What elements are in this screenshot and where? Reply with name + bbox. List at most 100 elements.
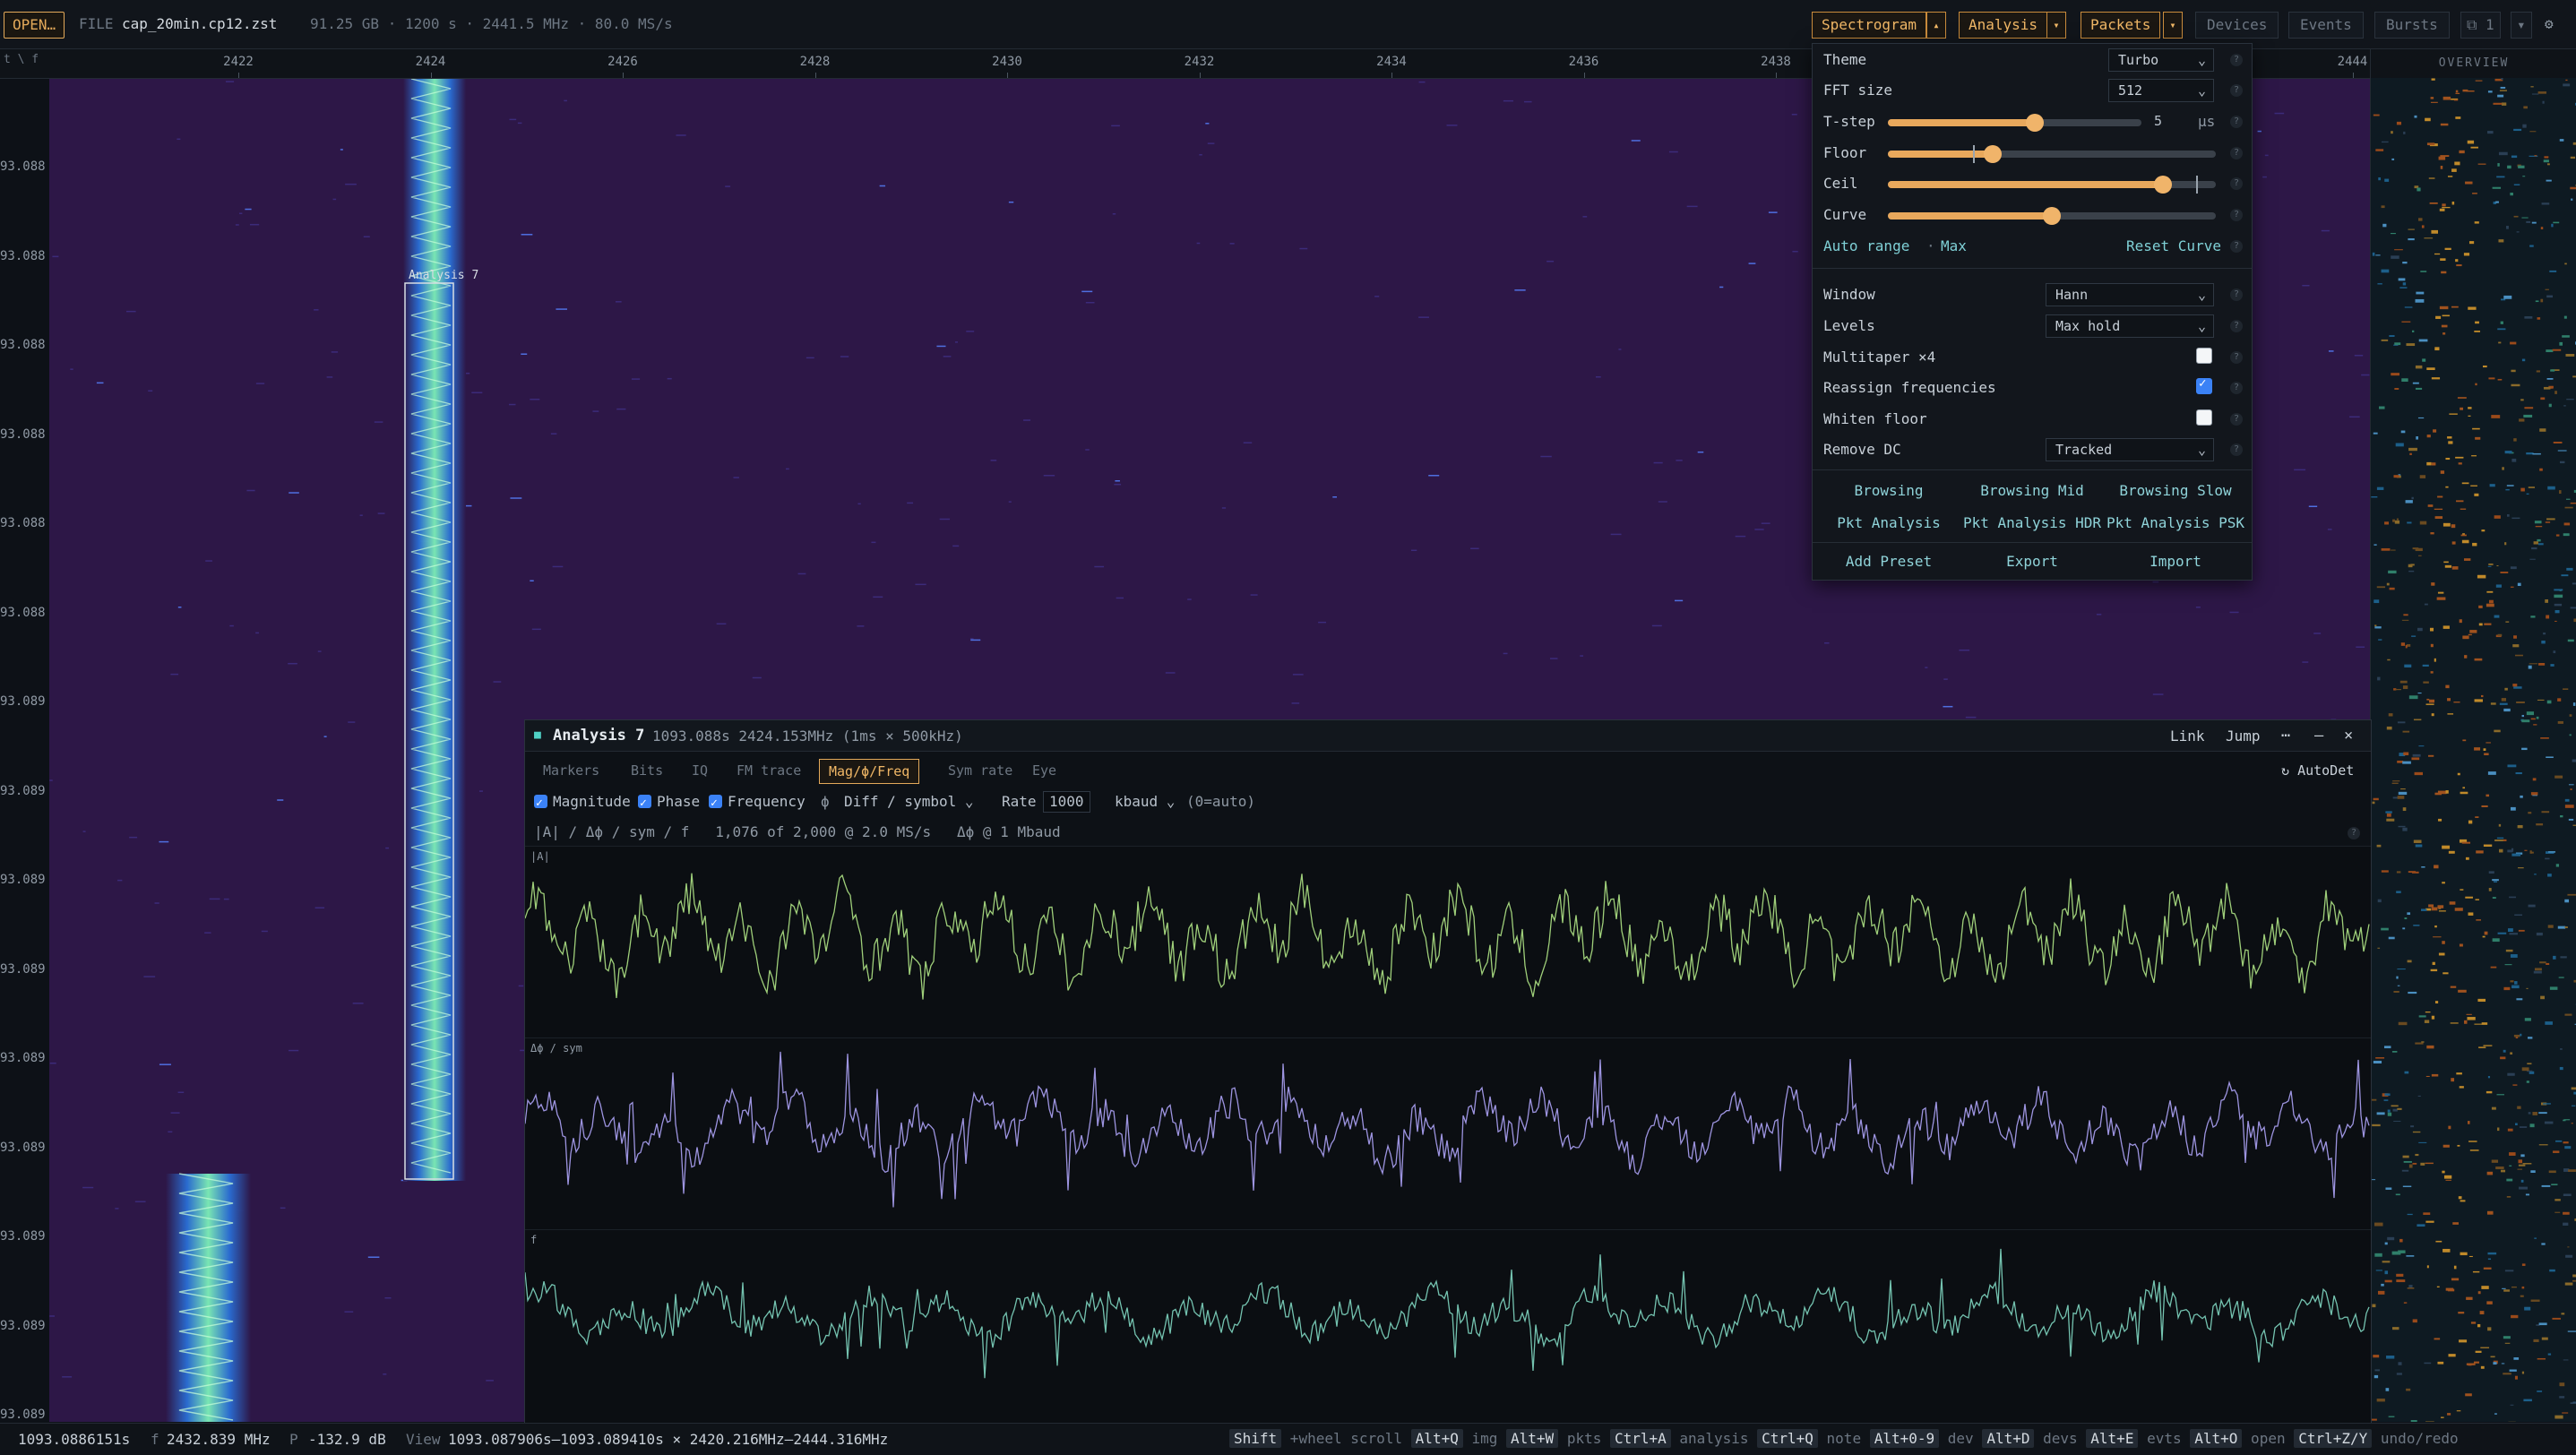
tab-markers[interactable]: Markers xyxy=(534,759,608,782)
minimize-icon[interactable]: – xyxy=(2314,727,2323,745)
shortcut-description: undo/redo xyxy=(2372,1430,2458,1447)
spectrogram-dropdown-arrow[interactable]: ▴ xyxy=(1926,12,1946,39)
open-button[interactable]: OPEN… xyxy=(4,12,65,39)
events-button[interactable]: Events xyxy=(2288,12,2364,39)
tstep-slider-knob[interactable] xyxy=(2026,114,2044,132)
magnitude-checkbox[interactable] xyxy=(534,795,547,808)
levels-select[interactable]: Max hold⌄ xyxy=(2046,314,2214,338)
add-preset-button[interactable]: Add Preset xyxy=(1846,553,1932,570)
reset-curve-link[interactable]: Reset Curve xyxy=(2126,237,2221,254)
floor-slider-knob[interactable] xyxy=(1984,145,2002,163)
max-link[interactable]: Max xyxy=(1941,237,1967,254)
analysis-header[interactable]: ■ Analysis 7 1093.088s 2424.153MHz (1ms … xyxy=(525,720,2371,752)
more-options-icon[interactable]: ⋯ xyxy=(2281,727,2290,745)
phase-mode-select[interactable]: Diff / symbol ⌄ xyxy=(839,790,979,814)
tab-iq[interactable]: IQ xyxy=(683,759,717,782)
window-menu-arrow[interactable]: ▾ xyxy=(2511,12,2532,39)
frequency-plot[interactable]: f xyxy=(525,1229,2371,1424)
preset-browsing-slow[interactable]: Browsing Slow xyxy=(2119,482,2231,499)
overview-pixel xyxy=(2391,159,2394,160)
reassign-help-icon[interactable]: ? xyxy=(2230,382,2243,394)
noise-speckle xyxy=(1769,211,1778,213)
window-count[interactable]: ⧉ 1 xyxy=(2460,12,2501,39)
fft-size-select[interactable]: 512⌄ xyxy=(2108,79,2214,102)
devices-button[interactable]: Devices xyxy=(2195,12,2279,39)
window-select[interactable]: Hann⌄ xyxy=(2046,283,2214,306)
packets-button[interactable]: Packets xyxy=(2081,12,2160,39)
gear-icon[interactable]: ⚙ xyxy=(2545,12,2554,37)
analysis-button[interactable]: Analysis xyxy=(1959,12,2047,39)
overview-pixel xyxy=(2372,1124,2381,1126)
tstep-input[interactable]: 5 xyxy=(2149,111,2190,131)
spectrogram-button[interactable]: Spectrogram xyxy=(1812,12,1926,39)
overview-pixel xyxy=(2384,179,2389,182)
preset-browsing-mid[interactable]: Browsing Mid xyxy=(1980,482,2084,499)
theme-help-icon[interactable]: ? xyxy=(2230,54,2243,66)
packets-dropdown-arrow[interactable]: ▾ xyxy=(2163,12,2183,39)
remove-dc-select[interactable]: Tracked⌄ xyxy=(2046,438,2214,461)
noise-speckle xyxy=(551,433,556,435)
bursts-button[interactable]: Bursts xyxy=(2374,12,2450,39)
overview-pixel xyxy=(2418,745,2424,746)
overview-pixel xyxy=(2542,1338,2548,1340)
tab-mag-phase-freq[interactable]: Mag/ϕ/Freq xyxy=(819,759,919,784)
magnitude-plot[interactable]: |A| xyxy=(525,846,2371,1038)
magnitude-toggle[interactable]: Magnitude xyxy=(534,790,631,814)
ceil-slider[interactable] xyxy=(1888,181,2216,188)
rate-unit-select[interactable]: kbaud ⌄ xyxy=(1109,790,1180,814)
overview-pixel xyxy=(2407,521,2411,523)
levels-help-icon[interactable]: ? xyxy=(2230,320,2243,332)
preset-pkt-analysis-psk[interactable]: Pkt Analysis PSK xyxy=(2106,514,2244,531)
phase-plot[interactable]: Δϕ / sym xyxy=(525,1037,2371,1230)
jump-button[interactable]: Jump xyxy=(2226,728,2261,745)
tab-sym-rate[interactable]: Sym rate xyxy=(939,759,1021,782)
preset-browsing[interactable]: Browsing xyxy=(1854,482,1923,499)
floor-slider[interactable] xyxy=(1888,151,2216,158)
tab-bits[interactable]: Bits xyxy=(622,759,672,782)
frequency-toggle[interactable]: Frequency xyxy=(709,790,806,814)
window-help-icon[interactable]: ? xyxy=(2230,288,2243,301)
import-button[interactable]: Import xyxy=(2150,553,2201,570)
ceil-slider-knob[interactable] xyxy=(2154,176,2172,194)
reassign-checkbox[interactable] xyxy=(2196,378,2212,394)
tstep-slider[interactable] xyxy=(1888,119,2141,126)
phase-toggle[interactable]: Phase xyxy=(638,790,700,814)
curve-slider-knob[interactable] xyxy=(2043,207,2061,225)
ceil-help-icon[interactable]: ? xyxy=(2230,177,2243,190)
whiten-checkbox[interactable] xyxy=(2196,409,2212,426)
link-button[interactable]: Link xyxy=(2170,728,2205,745)
tstep-help-icon[interactable]: ? xyxy=(2230,116,2243,128)
rate-input[interactable]: 1000 xyxy=(1043,790,1090,814)
overview-pixel xyxy=(2565,354,2574,357)
preset-pkt-analysis-hdr[interactable]: Pkt Analysis HDR xyxy=(1963,514,2101,531)
overview-pixel xyxy=(2511,854,2520,857)
overview-pixel xyxy=(2421,908,2426,910)
noise-speckle xyxy=(2328,529,2332,530)
remove-dc-help-icon[interactable]: ? xyxy=(2230,443,2243,456)
fft-help-icon[interactable]: ? xyxy=(2230,84,2243,97)
tab-fm-trace[interactable]: FM trace xyxy=(728,759,810,782)
whiten-help-icon[interactable]: ? xyxy=(2230,413,2243,426)
autodet-button[interactable]: ↻ AutoDet xyxy=(2272,759,2363,782)
export-button[interactable]: Export xyxy=(2006,553,2058,570)
packet-box-label[interactable]: Analysis 7 xyxy=(409,269,478,282)
analysis-dropdown-arrow[interactable]: ▾ xyxy=(2046,12,2066,39)
multitaper-help-icon[interactable]: ? xyxy=(2230,351,2243,364)
frequency-checkbox[interactable] xyxy=(709,795,722,808)
overview-pixel xyxy=(2507,764,2516,767)
auto-range-link[interactable]: Auto range xyxy=(1823,237,1909,254)
tab-eye[interactable]: Eye xyxy=(1023,759,1065,782)
close-icon[interactable]: × xyxy=(2344,727,2353,745)
phase-checkbox[interactable] xyxy=(638,795,651,808)
multitaper-checkbox[interactable] xyxy=(2196,348,2212,364)
theme-select[interactable]: Turbo⌄ xyxy=(2108,48,2214,72)
curve-help-icon[interactable]: ? xyxy=(2230,209,2243,221)
preset-pkt-analysis[interactable]: Pkt Analysis xyxy=(1837,514,1941,531)
curve-slider[interactable] xyxy=(1888,212,2216,220)
analysis-help-icon[interactable]: ? xyxy=(2348,827,2360,839)
range-help-icon[interactable]: ? xyxy=(2230,240,2243,253)
floor-help-icon[interactable]: ? xyxy=(2230,147,2243,159)
overview-pixel xyxy=(2442,1171,2444,1174)
overview-panel[interactable]: OVERVIEW xyxy=(2370,49,2576,1422)
overview-pixel xyxy=(2404,1161,2412,1163)
